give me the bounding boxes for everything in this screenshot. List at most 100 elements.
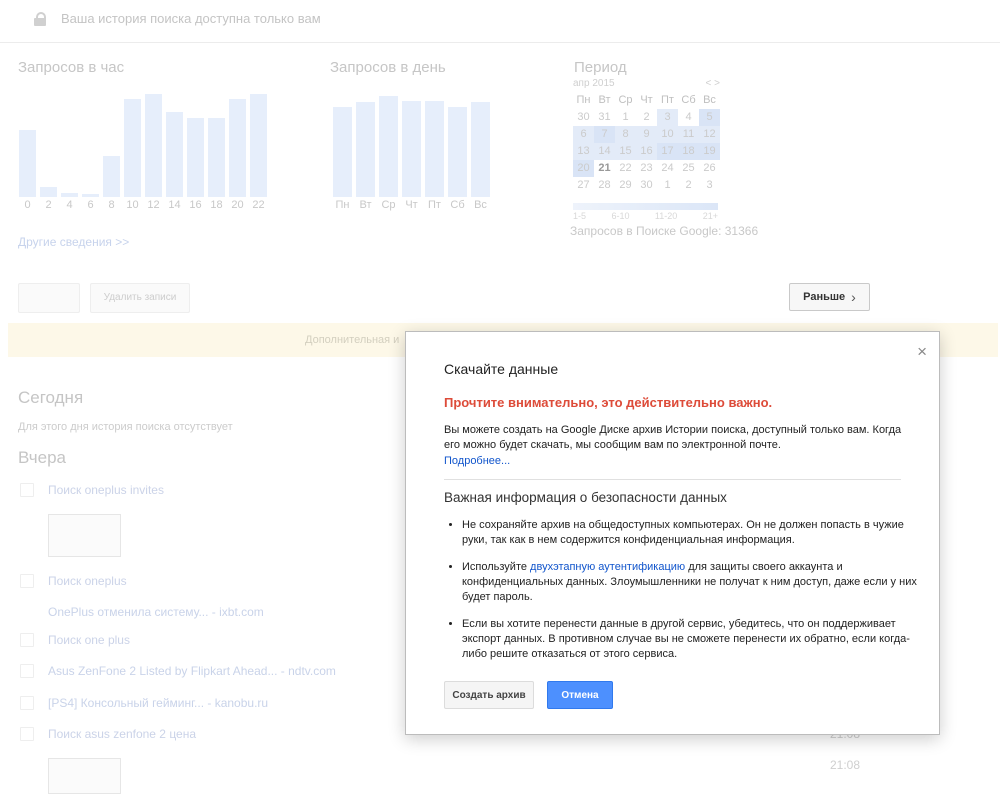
calendar-day[interactable]: 7	[594, 126, 615, 143]
calendar-day[interactable]: 25	[678, 160, 699, 177]
history-item[interactable]: [PS4] Консольный гейминг... - kanobu.ru	[48, 696, 268, 710]
history-checkbox[interactable]	[20, 664, 34, 678]
calendar-day[interactable]: 2	[636, 109, 657, 126]
calendar-day[interactable]: 24	[657, 160, 678, 177]
notice-text: Дополнительная и	[305, 334, 400, 346]
calendar-day[interactable]: 26	[699, 160, 720, 177]
daily-tick: Чт	[405, 199, 418, 211]
two-step-auth-link[interactable]: двухэтапную аутентификацию	[530, 561, 685, 573]
daily-bar	[425, 101, 444, 197]
calendar-day[interactable]: 17	[657, 143, 678, 160]
calendar-day[interactable]: 2	[678, 177, 699, 194]
dialog-title: Скачайте данные	[444, 361, 559, 377]
security-subtitle: Важная информация о безопасности данных	[444, 490, 727, 505]
hourly-bar	[208, 118, 225, 197]
more-info-link[interactable]: Другие сведения >>	[18, 235, 129, 249]
thumbnail-image[interactable]	[48, 514, 121, 557]
calendar-day[interactable]: 6	[573, 126, 594, 143]
weekday: Ср	[618, 94, 633, 106]
history-item[interactable]: Поиск one plus	[48, 633, 130, 647]
create-archive-button[interactable]: Создать архив	[444, 681, 534, 709]
calendar-day[interactable]: 12	[699, 126, 720, 143]
calendar-day[interactable]: 31	[594, 109, 615, 126]
earlier-label: Раньше	[803, 291, 846, 303]
calendar-day[interactable]: 28	[594, 177, 615, 194]
calendar-nav[interactable]: < >	[706, 78, 720, 92]
history-checkbox[interactable]	[20, 696, 34, 710]
calendar-day[interactable]: 18	[678, 143, 699, 160]
period-title: Период	[574, 59, 627, 76]
download-data-dialog: × Скачайте данные Прочтите внимательно, …	[405, 331, 940, 735]
hourly-bar	[40, 187, 57, 197]
close-icon[interactable]: ×	[917, 342, 927, 362]
hourly-bar	[145, 94, 162, 197]
calendar-day[interactable]: 22	[615, 160, 636, 177]
yesterday-heading: Вчера	[18, 448, 66, 467]
calendar-day[interactable]: 19	[699, 143, 720, 160]
calendar-day[interactable]: 30	[636, 177, 657, 194]
hourly-tick: 2	[45, 199, 52, 211]
privacy-text: Ваша история поиска доступна только вам	[61, 11, 321, 26]
calendar-day[interactable]: 8	[615, 126, 636, 143]
select-checkbox-button[interactable]	[18, 283, 80, 313]
calendar-day[interactable]: 15	[615, 143, 636, 160]
hourly-bar	[103, 156, 120, 197]
today-heading: Сегодня	[18, 388, 84, 407]
security-bullet: Не сохраняйте архив на общедоступных ком…	[462, 518, 922, 548]
legend-label: 21+	[702, 211, 718, 221]
calendar-day[interactable]: 3	[657, 109, 678, 126]
hourly-tick: 20	[231, 199, 244, 211]
legend-label: 11-20	[654, 211, 678, 221]
cancel-button[interactable]: Отмена	[547, 681, 613, 709]
delete-records-button[interactable]: Удалить записи	[90, 283, 190, 313]
history-checkbox[interactable]	[20, 483, 34, 497]
calendar-day[interactable]: 9	[636, 126, 657, 143]
calendar-day[interactable]: 10	[657, 126, 678, 143]
earlier-button[interactable]: Раньше ›	[789, 283, 870, 311]
hourly-bar	[166, 112, 183, 197]
history-item[interactable]: Asus ZenFone 2 Listed by Flipkart Ahead.…	[48, 664, 336, 678]
calendar-day[interactable]: 1	[615, 109, 636, 126]
daily-bar	[402, 101, 421, 197]
calendar-day[interactable]: 3	[699, 177, 720, 194]
calendar-day[interactable]: 1	[657, 177, 678, 194]
daily-tick: Пт	[428, 199, 441, 211]
calendar-day[interactable]: 14	[594, 143, 615, 160]
history-item[interactable]: Поиск asus zenfone 2 цена	[48, 727, 196, 741]
daily-tick: Пн	[335, 199, 350, 211]
chevron-right-icon: ›	[851, 289, 856, 305]
calendar-day[interactable]: 20	[573, 160, 594, 177]
daily-tick: Вс	[474, 199, 487, 211]
history-checkbox[interactable]	[20, 633, 34, 647]
history-item[interactable]: Поиск oneplus	[48, 574, 127, 588]
calendar-day[interactable]: 13	[573, 143, 594, 160]
calendar-day[interactable]: 29	[615, 177, 636, 194]
security-bullet: Если вы хотите перенести данные в другой…	[462, 617, 922, 662]
learn-more-link[interactable]: Подробнее...	[444, 455, 510, 467]
history-checkbox[interactable]	[20, 727, 34, 741]
history-item[interactable]: Поиск oneplus invites	[48, 483, 164, 497]
calendar-day[interactable]: 16	[636, 143, 657, 160]
hourly-bar	[250, 94, 267, 197]
history-item[interactable]: OnePlus отменила систему... - ixbt.com	[48, 605, 264, 619]
today-empty-text: Для этого дня история поиска отсутствует	[18, 421, 233, 433]
hourly-tick: 4	[66, 199, 73, 211]
history-checkbox[interactable]	[20, 574, 34, 588]
weekday: Чт	[640, 94, 653, 106]
calendar-day[interactable]: 27	[573, 177, 594, 194]
hourly-chart	[19, 92, 271, 197]
divider	[444, 479, 901, 480]
calendar-day[interactable]: 5	[699, 109, 720, 126]
calendar-day[interactable]: 30	[573, 109, 594, 126]
hourly-title: Запросов в час	[18, 59, 125, 76]
calendar-day[interactable]: 23	[636, 160, 657, 177]
weekday: Вт	[598, 94, 611, 106]
hourly-tick: 12	[147, 199, 160, 211]
calendar-day[interactable]: 11	[678, 126, 699, 143]
daily-bar	[379, 96, 398, 197]
queries-total: Запросов в Поиске Google: 31366	[570, 224, 759, 238]
weekday: Пт	[661, 94, 674, 106]
calendar-day[interactable]: 21	[594, 160, 615, 177]
calendar-day[interactable]: 4	[678, 109, 699, 126]
calendar-legend: 1-5 6-10 11-20 21+	[573, 203, 718, 221]
